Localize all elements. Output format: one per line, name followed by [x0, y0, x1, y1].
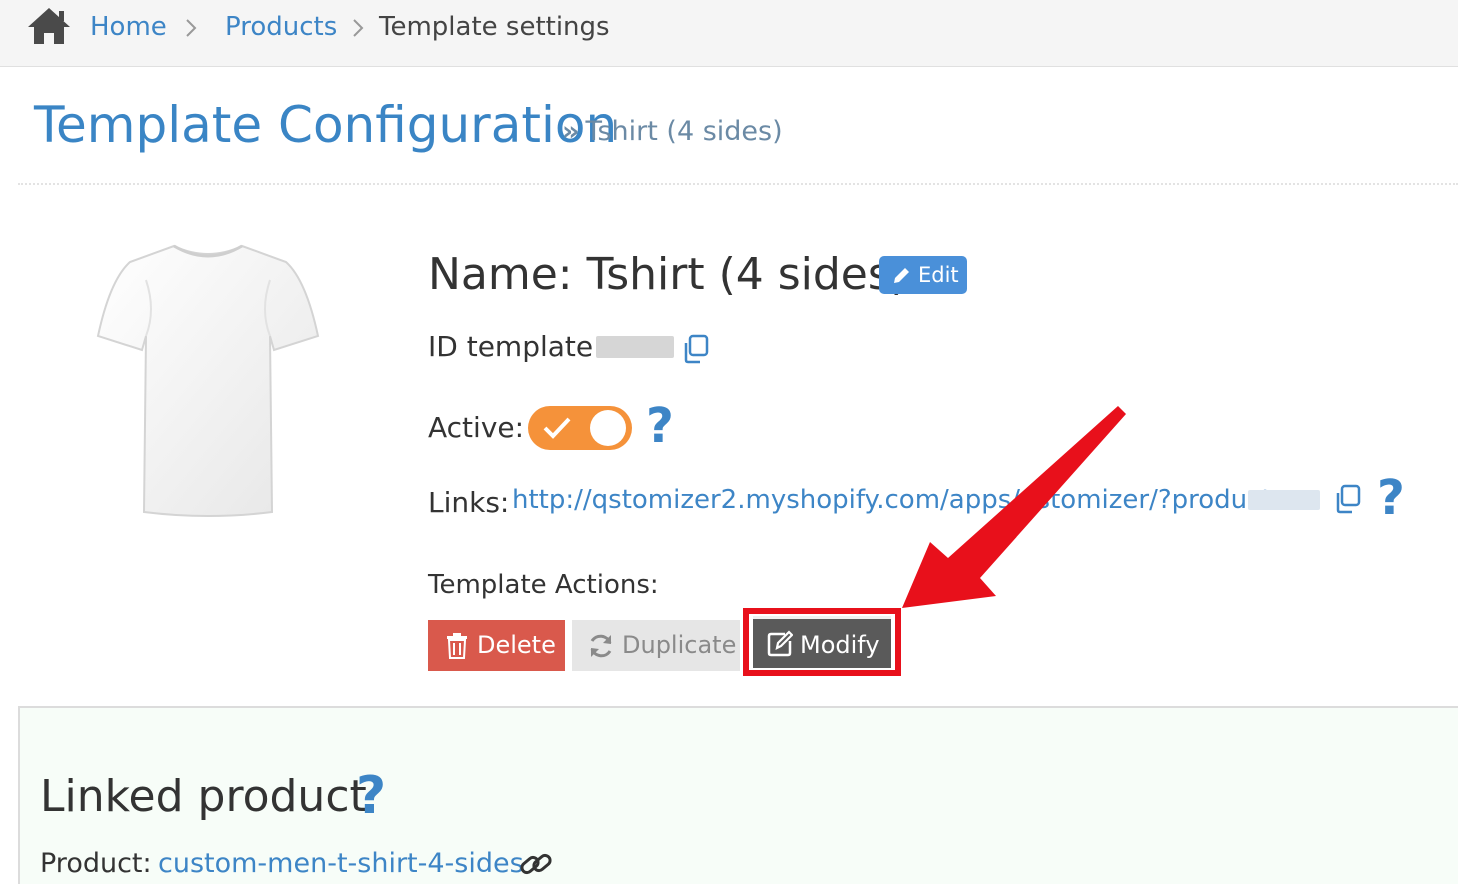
modify-label: Modify — [800, 631, 880, 659]
active-help-icon[interactable]: ? — [646, 402, 674, 450]
divider — [18, 183, 1458, 185]
chevron-right-icon — [186, 19, 197, 37]
active-label: Active: — [428, 411, 525, 444]
edit-button[interactable]: Edit — [879, 256, 967, 294]
id-template-value — [596, 336, 674, 358]
pencil-icon — [894, 268, 909, 283]
delete-label: Delete — [477, 631, 556, 659]
breadcrumb-current: Template settings — [379, 12, 610, 42]
check-icon — [543, 417, 571, 439]
delete-button[interactable]: Delete — [428, 620, 565, 671]
page-subtitle: » Tshirt (4 sides) — [562, 114, 783, 150]
subtitle-text: Tshirt (4 sides) — [585, 116, 783, 147]
product-label: Product: — [40, 848, 152, 879]
modify-button[interactable]: Modify — [753, 616, 891, 668]
template-name: Name: Tshirt (4 sides) — [428, 249, 908, 300]
red-arrow-annotation — [902, 406, 1126, 608]
edit-label: Edit — [918, 263, 959, 287]
double-chevron-icon: » — [562, 116, 580, 147]
copy-icon[interactable] — [681, 334, 711, 364]
links-help-icon[interactable]: ? — [1377, 474, 1405, 522]
linked-product-title: Linked product — [40, 771, 367, 822]
edit-square-icon — [767, 630, 793, 657]
tshirt-image — [96, 244, 320, 517]
page-title: Template Configuration — [34, 96, 618, 154]
home-icon[interactable] — [26, 6, 72, 46]
breadcrumb-home[interactable]: Home — [90, 10, 167, 44]
copy-link-icon[interactable] — [1333, 484, 1363, 514]
link-product-id — [1248, 490, 1320, 510]
active-toggle[interactable] — [528, 406, 632, 450]
chevron-right-icon — [353, 19, 364, 37]
links-label: Links: — [428, 486, 510, 519]
trash-icon — [447, 633, 467, 659]
product-link[interactable]: custom-men-t-shirt-4-sides — [158, 846, 524, 882]
template-actions-label: Template Actions: — [428, 570, 659, 600]
duplicate-button[interactable]: Duplicate — [572, 620, 740, 671]
link-chain-icon[interactable] — [518, 848, 554, 880]
duplicate-label: Duplicate — [622, 631, 737, 659]
id-template-label: ID template: — [428, 330, 603, 363]
linked-help-icon[interactable]: ? — [356, 770, 386, 822]
toggle-knob — [590, 410, 626, 446]
breadcrumb-bar: Home Products Template settings — [0, 0, 1458, 67]
breadcrumb-products[interactable]: Products — [225, 10, 337, 44]
refresh-icon — [590, 634, 612, 658]
